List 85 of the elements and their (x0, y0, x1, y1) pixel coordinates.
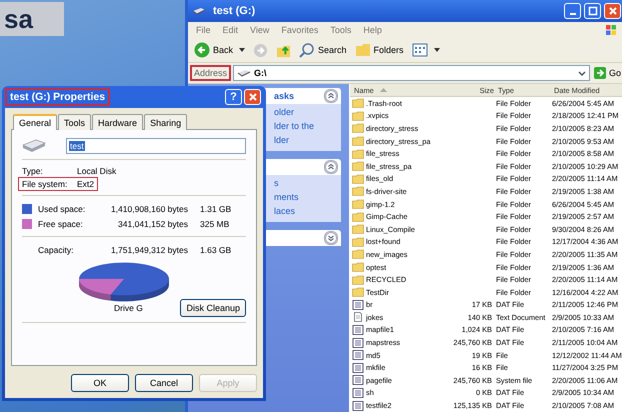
disk-cleanup-button[interactable]: Disk Cleanup (180, 299, 246, 317)
back-button[interactable]: Back (194, 42, 246, 58)
grid-view-icon (412, 42, 428, 58)
space-label: Used space: (38, 204, 86, 214)
task-link[interactable]: lder (274, 135, 339, 145)
space-bytes: 341,041,152 bytes (117, 218, 188, 228)
space-label: Free space: (38, 218, 84, 228)
task-link[interactable]: lder to the (274, 121, 339, 131)
data-file-icon (352, 338, 364, 348)
folder-icon (352, 174, 364, 184)
caret-icon (434, 48, 440, 52)
folder-icon (352, 212, 364, 222)
space-size: 1.31 GB (199, 204, 232, 214)
search-button[interactable]: Search (299, 42, 347, 58)
windows-flag-icon (605, 24, 617, 36)
folder-icon (352, 287, 364, 298)
menu-item[interactable]: View (250, 25, 270, 35)
folder-icon (352, 186, 364, 196)
minimize-icon (570, 13, 576, 15)
close-button[interactable] (604, 3, 621, 19)
tab[interactable]: General (13, 114, 58, 130)
dialog-title: test (G:) Properties (7, 90, 108, 104)
menu-item[interactable]: Edit (222, 25, 238, 35)
menu-item[interactable]: File (196, 25, 211, 35)
drive-label: Drive G (114, 303, 143, 313)
data-file-icon (352, 375, 364, 386)
task-link[interactable]: laces (274, 206, 339, 216)
capacity-label: Capacity: (38, 244, 74, 254)
info-row-text: Type: Local Disk (21, 165, 118, 177)
sort-arrow-icon (380, 88, 387, 92)
data-file-icon (352, 388, 364, 398)
capacity-bytes: 1,751,949,312 bytes (110, 244, 188, 254)
page-heading-fragment: sa (0, 2, 64, 36)
tab[interactable]: Sharing (144, 114, 188, 130)
folders-button[interactable]: Folders (354, 42, 404, 58)
go-button[interactable]: Go (594, 67, 621, 79)
folder-icon (352, 148, 364, 159)
search-icon (299, 42, 316, 58)
space-size: 325 MB (199, 218, 230, 228)
folder-icon (352, 224, 364, 234)
menu-item[interactable]: Tools (330, 25, 352, 35)
dialog-button[interactable]: Cancel (135, 374, 193, 392)
data-file-icon (352, 300, 364, 310)
task-link[interactable]: ments (274, 192, 339, 202)
folder-icon (352, 123, 364, 134)
maximize-icon (588, 6, 598, 16)
disk-drive-icon (22, 139, 46, 153)
folder-icon (352, 274, 364, 285)
drive-icon (192, 7, 206, 15)
drive-icon (237, 69, 252, 77)
capacity-size: 1.63 GB (199, 244, 232, 254)
minimize-button[interactable] (564, 3, 581, 19)
folder-icon (352, 262, 364, 272)
window-title: test (G:) (213, 5, 256, 17)
folder-icon (352, 199, 364, 210)
go-arrow-icon (594, 67, 606, 79)
menu-item[interactable]: Favorites (281, 25, 318, 35)
info-row: File system: Ext2 (19, 178, 98, 190)
space-bytes: 1,410,908,160 bytes (110, 204, 188, 214)
name-field[interactable]: test (66, 138, 246, 154)
data-file-icon (352, 350, 364, 360)
caret-icon (239, 48, 246, 52)
address-label: Address (192, 67, 230, 79)
help-button[interactable]: ? (225, 89, 242, 105)
close-icon (248, 92, 258, 102)
address-field[interactable]: G:\ (233, 65, 590, 81)
task-link[interactable]: older (274, 107, 339, 117)
data-file-icon (352, 324, 364, 335)
text-file-icon (352, 312, 364, 322)
data-file-icon (352, 362, 364, 373)
views-button[interactable] (412, 42, 440, 58)
task-link[interactable]: s (274, 178, 339, 188)
folder-icon (352, 236, 364, 247)
close-icon (608, 6, 618, 16)
dialog-button[interactable]: OK (71, 374, 129, 392)
close-button[interactable] (244, 89, 261, 105)
folder-icon (354, 42, 371, 58)
tab[interactable]: Tools (58, 114, 92, 130)
folder-icon (352, 249, 364, 260)
maximize-button[interactable] (584, 3, 601, 19)
menu-item[interactable]: Help (363, 25, 382, 35)
folder-icon (352, 110, 364, 121)
folder-icon (352, 136, 364, 146)
tab[interactable]: Hardware (92, 114, 144, 130)
folder-icon (352, 161, 364, 172)
